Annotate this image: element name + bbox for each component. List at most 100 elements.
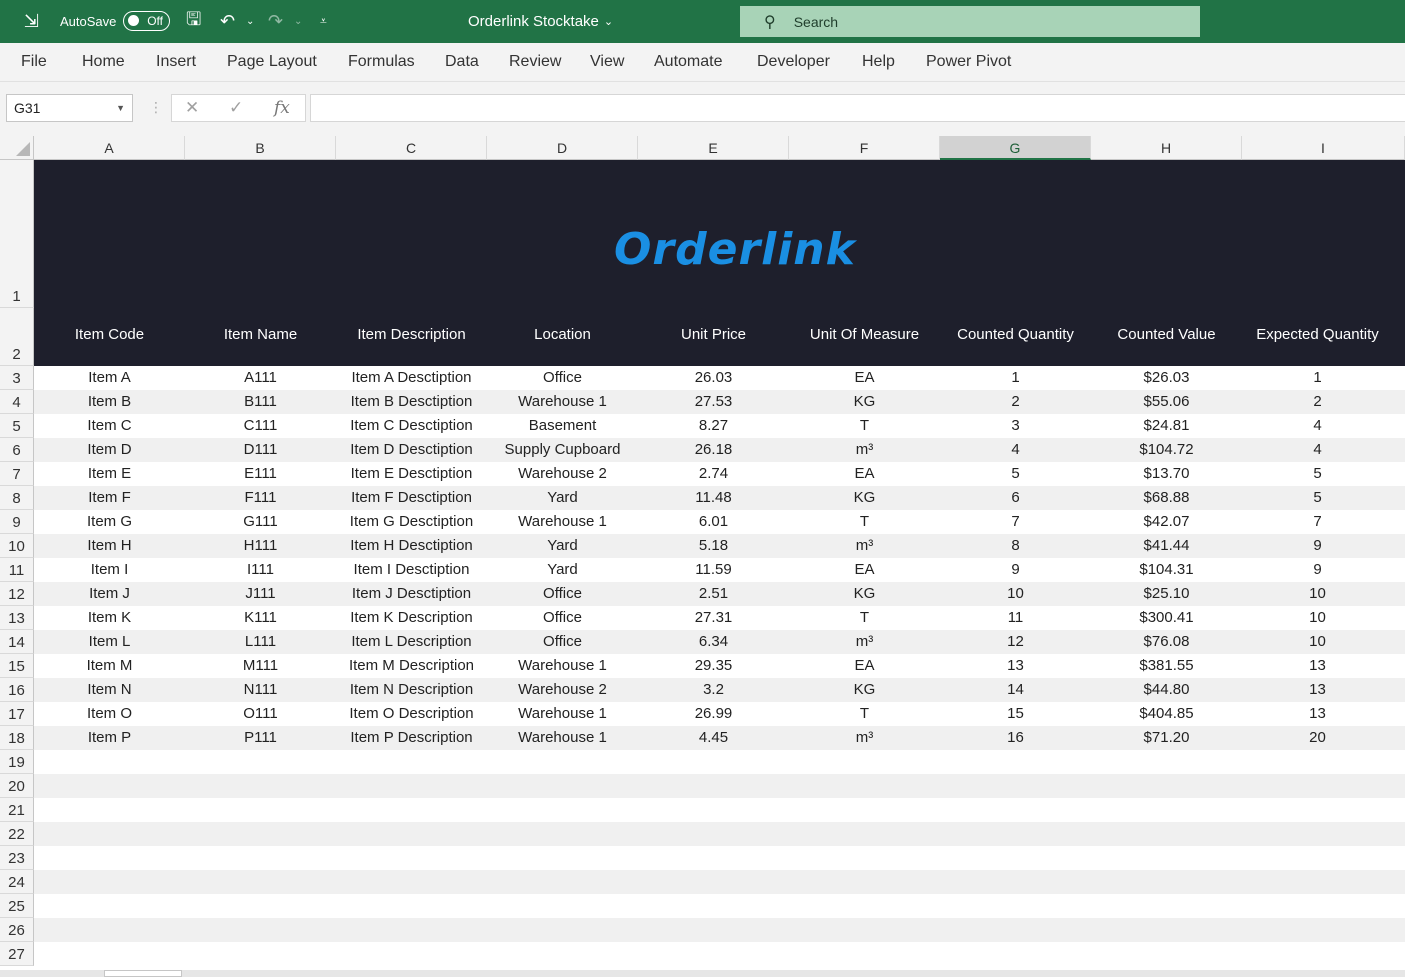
table-cell[interactable]: Item D <box>34 438 185 462</box>
table-cell[interactable]: m³ <box>789 726 940 750</box>
table-cell[interactable]: 5.18 <box>638 534 789 558</box>
table-cell[interactable]: Item M <box>34 654 185 678</box>
table-cell[interactable]: Item O <box>34 702 185 726</box>
table-cell[interactable]: 2 <box>1242 390 1393 414</box>
touch-mode-icon[interactable]: ⇲ <box>24 0 39 43</box>
table-header-cell[interactable]: Location <box>487 326 638 343</box>
table-cell[interactable]: KG <box>789 390 940 414</box>
table-cell[interactable]: Yard <box>487 534 638 558</box>
table-cell[interactable]: T <box>789 702 940 726</box>
table-cell[interactable]: Item O Description <box>336 702 487 726</box>
name-box-dropdown-icon[interactable]: ▼ <box>116 103 125 113</box>
table-cell[interactable]: 5 <box>940 462 1091 486</box>
menu-tab-formulas[interactable]: Formulas <box>348 53 415 71</box>
table-cell[interactable]: N111 <box>185 678 336 702</box>
table-header-cell[interactable]: Counted Value <box>1091 326 1242 343</box>
table-cell[interactable]: $44.80 <box>1091 678 1242 702</box>
row-header-16[interactable]: 16 <box>0 678 34 702</box>
row-header-20[interactable]: 20 <box>0 774 34 798</box>
table-cell[interactable]: Yard <box>487 486 638 510</box>
menu-tab-developer[interactable]: Developer <box>757 53 830 71</box>
column-header-c[interactable]: C <box>336 136 487 160</box>
table-cell[interactable]: Item A <box>34 366 185 390</box>
table-cell[interactable]: Item N Description <box>336 678 487 702</box>
table-cell[interactable]: M111 <box>185 654 336 678</box>
table-cell[interactable]: 15 <box>940 702 1091 726</box>
table-cell[interactable]: $41.44 <box>1091 534 1242 558</box>
worksheet-grid[interactable]: Orderlink Item Code Item Name Item Descrip… <box>0 136 1405 977</box>
table-cell[interactable]: L111 <box>185 630 336 654</box>
table-cell[interactable]: Item K Description <box>336 606 487 630</box>
table-cell[interactable]: Item I Desctiption <box>336 558 487 582</box>
table-cell[interactable]: 11 <box>940 606 1091 630</box>
row-header-15[interactable]: 15 <box>0 654 34 678</box>
table-cell[interactable]: Item A Desctiption <box>336 366 487 390</box>
table-cell[interactable]: T <box>789 510 940 534</box>
table-cell[interactable]: 2.74 <box>638 462 789 486</box>
table-cell[interactable]: 6.01 <box>638 510 789 534</box>
table-cell[interactable]: $24.81 <box>1091 414 1242 438</box>
table-cell[interactable]: 16 <box>940 726 1091 750</box>
table-cell[interactable]: Office <box>487 366 638 390</box>
row-header-26[interactable]: 26 <box>0 918 34 942</box>
table-cell[interactable]: Item N <box>34 678 185 702</box>
table-cell[interactable]: $71.20 <box>1091 726 1242 750</box>
table-cell[interactable]: Item H Desctiption <box>336 534 487 558</box>
column-header-b[interactable]: B <box>185 136 336 160</box>
table-cell[interactable]: 10 <box>940 582 1091 606</box>
row-header-21[interactable]: 21 <box>0 798 34 822</box>
row-header-27[interactable]: 27 <box>0 942 34 966</box>
row-header-1[interactable]: 1 <box>0 160 34 308</box>
table-header-cell[interactable]: Item Name <box>185 326 336 343</box>
table-cell[interactable]: P111 <box>185 726 336 750</box>
table-cell[interactable]: $26.03 <box>1091 366 1242 390</box>
table-cell[interactable]: 5 <box>1242 462 1393 486</box>
table-cell[interactable]: 27.31 <box>638 606 789 630</box>
table-cell[interactable]: Warehouse 1 <box>487 510 638 534</box>
table-cell[interactable]: Item C Desctiption <box>336 414 487 438</box>
table-cell[interactable]: Item J Desctiption <box>336 582 487 606</box>
row-header-12[interactable]: 12 <box>0 582 34 606</box>
undo-icon[interactable]: ↶ <box>220 0 235 43</box>
row-header-5[interactable]: 5 <box>0 414 34 438</box>
table-cell[interactable]: Item D Desctiption <box>336 438 487 462</box>
table-cell[interactable]: $404.85 <box>1091 702 1242 726</box>
table-cell[interactable]: 26.03 <box>638 366 789 390</box>
table-cell[interactable]: 29.35 <box>638 654 789 678</box>
table-cell[interactable]: 9 <box>1242 558 1393 582</box>
table-cell[interactable]: 2.51 <box>638 582 789 606</box>
table-cell[interactable]: 13 <box>1242 678 1393 702</box>
table-cell[interactable]: 6 <box>940 486 1091 510</box>
table-cell[interactable]: $13.70 <box>1091 462 1242 486</box>
table-cell[interactable]: EA <box>789 366 940 390</box>
table-cell[interactable]: 10 <box>1242 630 1393 654</box>
table-cell[interactable]: m³ <box>789 534 940 558</box>
table-cell[interactable]: 1 <box>940 366 1091 390</box>
row-header-2[interactable]: 2 <box>0 308 34 366</box>
table-cell[interactable]: 8 <box>940 534 1091 558</box>
table-cell[interactable]: Item P Description <box>336 726 487 750</box>
table-cell[interactable]: Warehouse 2 <box>487 678 638 702</box>
table-cell[interactable]: 4 <box>1242 414 1393 438</box>
menu-tab-automate[interactable]: Automate <box>654 53 722 71</box>
table-cell[interactable]: Warehouse 1 <box>487 654 638 678</box>
table-cell[interactable]: 7 <box>1242 510 1393 534</box>
insert-function-icon[interactable]: fx <box>274 98 290 118</box>
name-box[interactable]: G31 ▼ <box>6 94 133 122</box>
table-header-cell[interactable]: Counted Quantity <box>940 326 1091 343</box>
table-cell[interactable]: Item J <box>34 582 185 606</box>
document-title[interactable]: Orderlink Stocktake ⌄ <box>468 0 613 43</box>
row-header-10[interactable]: 10 <box>0 534 34 558</box>
table-cell[interactable]: 6.34 <box>638 630 789 654</box>
column-header-d[interactable]: D <box>487 136 638 160</box>
table-cell[interactable]: Item B <box>34 390 185 414</box>
table-cell[interactable]: Warehouse 1 <box>487 390 638 414</box>
table-cell[interactable]: $104.31 <box>1091 558 1242 582</box>
table-cell[interactable]: A111 <box>185 366 336 390</box>
column-header-f[interactable]: F <box>789 136 940 160</box>
table-cell[interactable]: 20 <box>1242 726 1393 750</box>
table-cell[interactable]: EA <box>789 558 940 582</box>
table-cell[interactable]: $300.41 <box>1091 606 1242 630</box>
table-cell[interactable]: Item L Description <box>336 630 487 654</box>
enter-icon[interactable]: ✓ <box>229 98 243 118</box>
